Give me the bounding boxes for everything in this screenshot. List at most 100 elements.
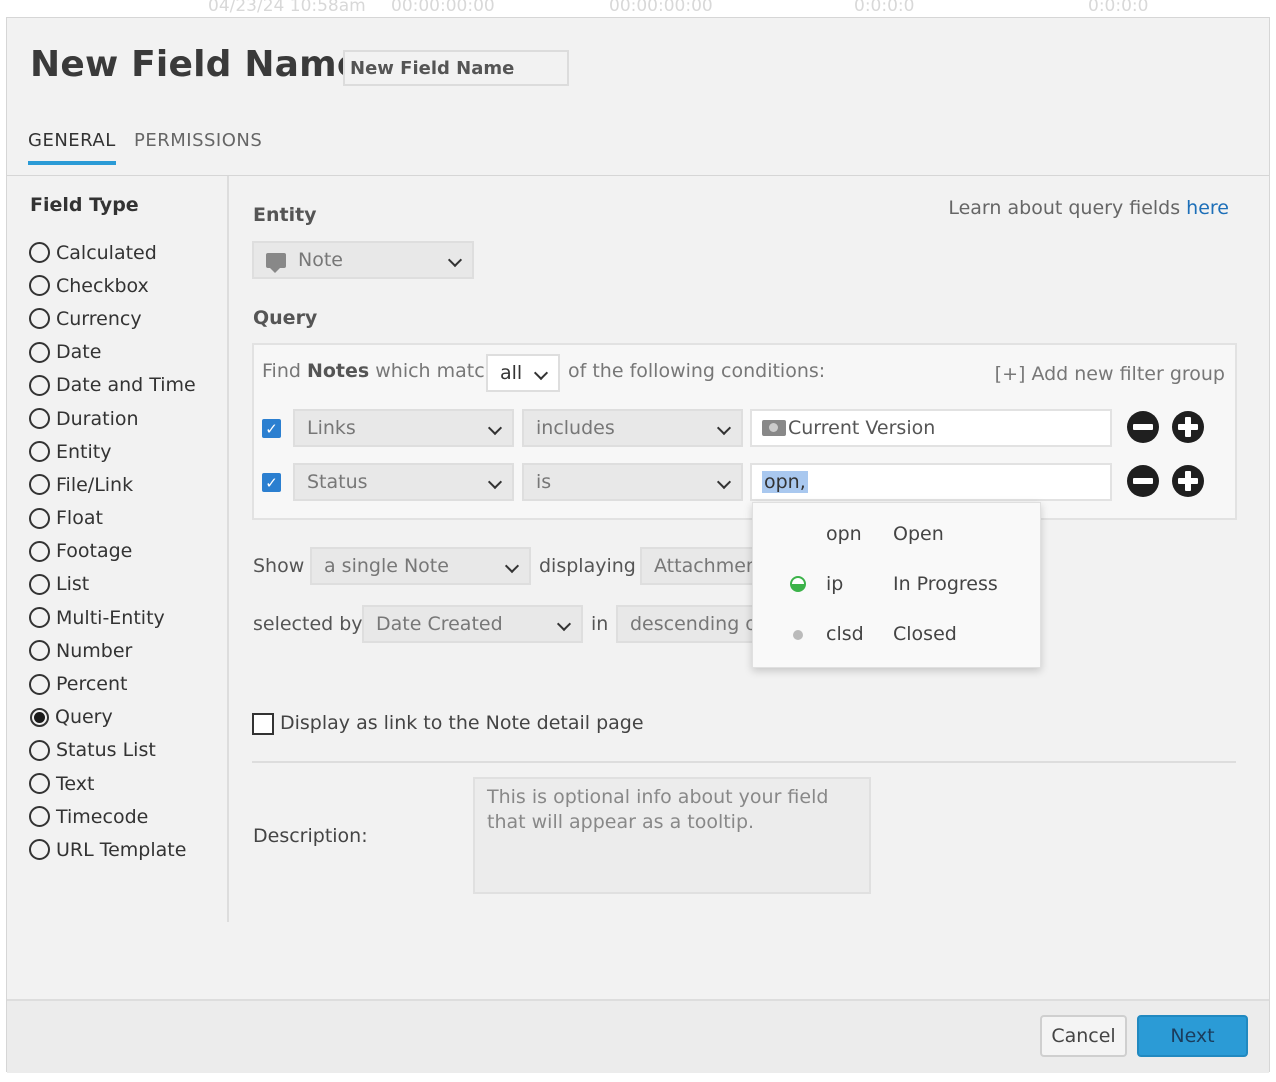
field-type-label: Entity	[56, 440, 112, 463]
displaying-select[interactable]: Attachmen	[640, 547, 760, 585]
field-type-option[interactable]: Duration	[29, 402, 196, 435]
radio-button[interactable]	[29, 839, 50, 861]
radio-button[interactable]	[29, 474, 50, 496]
field-type-label: Multi-Entity	[56, 606, 165, 629]
field-type-option[interactable]: URL Template	[29, 833, 196, 866]
condition-checkbox[interactable]: ✓	[262, 473, 281, 492]
add-condition-icon[interactable]	[1172, 411, 1204, 443]
field-type-list: Calculated Checkbox Currency Date Date a…	[29, 236, 196, 867]
radio-button[interactable]	[29, 374, 50, 396]
add-condition-icon[interactable]	[1172, 465, 1204, 497]
closed-dot-icon	[793, 630, 803, 640]
field-type-option[interactable]: List	[29, 568, 196, 601]
find-middle: which match	[369, 360, 497, 382]
condition-operator-select[interactable]: includes	[522, 409, 743, 447]
condition-field-select[interactable]: Status	[293, 463, 514, 501]
condition-value: Current Version	[788, 417, 936, 439]
find-entity: Notes	[306, 360, 370, 382]
selected-by-select[interactable]: Date Created	[362, 605, 583, 643]
field-name-input[interactable]	[343, 50, 569, 86]
status-option-open[interactable]: opn Open	[753, 509, 1042, 559]
query-conditions-box: Find Notes which match all of the follow…	[252, 343, 1237, 520]
condition-value: opn,	[762, 471, 808, 493]
entity-label: Entity	[253, 204, 317, 226]
radio-button[interactable]	[29, 739, 50, 761]
field-type-option[interactable]: Date	[29, 336, 196, 369]
field-type-option-selected[interactable]: Query	[29, 701, 196, 734]
chevron-down-icon	[556, 616, 572, 632]
status-dropdown-menu: opn Open ip In Progress clsd Closed	[752, 502, 1041, 668]
remove-condition-icon[interactable]	[1127, 411, 1159, 443]
bg-value: 0:0:0:0	[854, 0, 915, 16]
bg-date: 04/23/24 10:58am	[208, 0, 366, 16]
radio-button[interactable]	[29, 441, 50, 463]
field-type-option[interactable]: Status List	[29, 734, 196, 767]
description-textarea[interactable]: This is optional info about your field t…	[473, 777, 871, 894]
field-type-label: Number	[56, 639, 133, 662]
field-type-option[interactable]: Entity	[29, 435, 196, 468]
entity-value: Note	[298, 249, 343, 271]
displaying-value: Attachmen	[654, 555, 758, 577]
field-type-option[interactable]: Multi-Entity	[29, 601, 196, 634]
tab-general[interactable]: GENERAL	[28, 130, 116, 165]
learn-here-link[interactable]: here	[1186, 197, 1229, 219]
field-type-option[interactable]: Date and Time	[29, 369, 196, 402]
condition-operator-select[interactable]: is	[522, 463, 743, 501]
radio-button[interactable]	[29, 607, 50, 629]
field-type-option[interactable]: Number	[29, 634, 196, 667]
condition-field-select[interactable]: Links	[293, 409, 514, 447]
radio-button[interactable]	[29, 673, 50, 695]
field-type-option[interactable]: Percent	[29, 667, 196, 700]
radio-button[interactable]	[29, 408, 50, 430]
field-type-label: Timecode	[56, 805, 149, 828]
radio-button[interactable]	[29, 773, 50, 795]
radio-button[interactable]	[29, 308, 50, 330]
field-type-label: Calculated	[56, 241, 157, 264]
display-link-checkbox[interactable]	[252, 713, 274, 735]
background-row: 04/23/24 10:58am 00:00:00:00 00:00:00:00…	[0, 0, 1276, 18]
field-type-option[interactable]: Footage	[29, 535, 196, 568]
displaying-label: displaying	[539, 555, 636, 577]
field-type-option[interactable]: Timecode	[29, 800, 196, 833]
entity-select[interactable]: Note	[252, 241, 474, 279]
radio-button[interactable]	[29, 806, 50, 828]
field-type-label: Float	[56, 507, 103, 530]
field-type-label: URL Template	[56, 838, 187, 861]
order-select[interactable]: descending o	[616, 605, 760, 643]
field-type-option[interactable]: Text	[29, 767, 196, 800]
field-type-option[interactable]: Float	[29, 502, 196, 535]
field-type-option[interactable]: Checkbox	[29, 269, 196, 302]
condition-value-field[interactable]: Current Version	[750, 409, 1112, 447]
radio-button[interactable]	[29, 341, 50, 363]
radio-button[interactable]	[29, 540, 50, 562]
chevron-down-icon	[487, 474, 503, 490]
field-type-label: Checkbox	[56, 274, 149, 297]
remove-condition-icon[interactable]	[1127, 465, 1159, 497]
field-type-option[interactable]: File/Link	[29, 468, 196, 501]
condition-value-input[interactable]: opn,	[750, 463, 1112, 501]
radio-button-checked[interactable]	[30, 707, 49, 727]
cancel-button[interactable]: Cancel	[1040, 1015, 1127, 1057]
next-button[interactable]: Next	[1137, 1015, 1248, 1057]
radio-button[interactable]	[29, 507, 50, 529]
show-select[interactable]: a single Note	[310, 547, 531, 585]
tab-permissions[interactable]: PERMISSIONS	[134, 130, 262, 161]
radio-button[interactable]	[29, 573, 50, 595]
order-value: descending o	[630, 613, 757, 635]
chevron-down-icon	[504, 558, 520, 574]
status-option-in-progress[interactable]: ip In Progress	[753, 559, 1042, 609]
bg-timecode: 00:00:00:00	[609, 0, 713, 16]
radio-button[interactable]	[29, 640, 50, 662]
status-code: ip	[826, 573, 844, 595]
match-select[interactable]: all	[486, 354, 560, 392]
add-filter-group-link[interactable]: [+] Add new filter group	[995, 363, 1225, 385]
in-progress-icon	[790, 576, 806, 592]
condition-checkbox[interactable]: ✓	[262, 419, 281, 438]
field-type-option[interactable]: Currency	[29, 302, 196, 335]
status-option-closed[interactable]: clsd Closed	[753, 609, 1042, 659]
match-value: all	[500, 362, 523, 384]
radio-button[interactable]	[29, 242, 50, 264]
field-type-option[interactable]: Calculated	[29, 236, 196, 269]
show-value: a single Note	[324, 555, 449, 577]
radio-button[interactable]	[29, 275, 50, 297]
